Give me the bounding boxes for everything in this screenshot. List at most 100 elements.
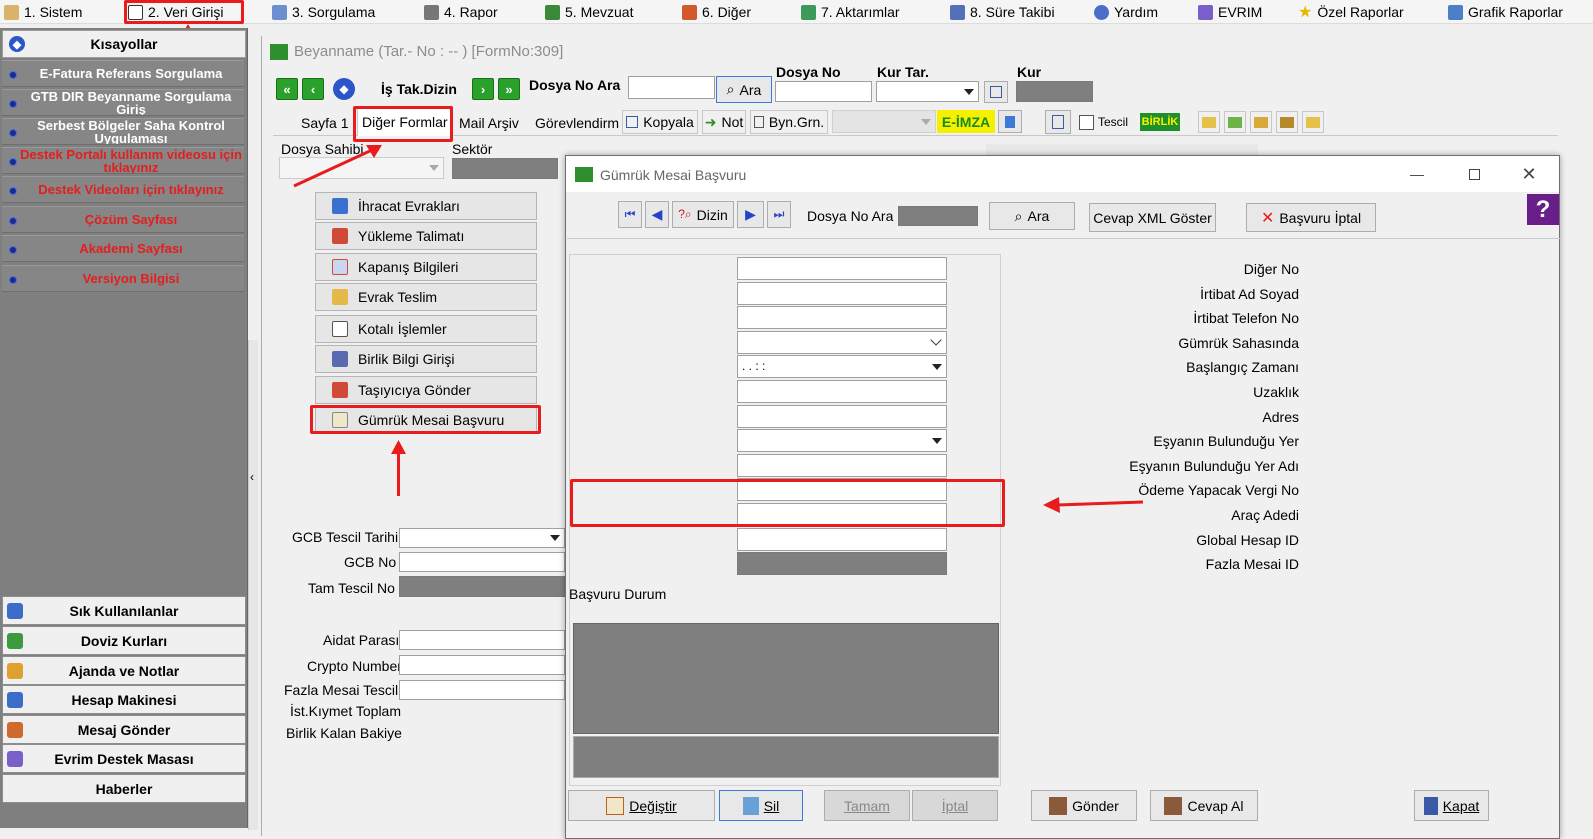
sidebar-sik-kullanilanlar[interactable]: Sık Kullanılanlar (2, 596, 246, 625)
menu-sistem[interactable]: 1. Sistem (4, 2, 82, 22)
annotation-arrow-gumruk-mesai (397, 452, 400, 496)
help-icon[interactable]: ? (1527, 194, 1559, 225)
tescil-checkbox[interactable] (1079, 115, 1094, 130)
field-combo[interactable]: . . : : (737, 355, 947, 378)
sidebar-ajanda[interactable]: Ajanda ve Notlar (2, 656, 246, 685)
menu-evrim[interactable]: EVRIM (1198, 2, 1262, 22)
field-combo[interactable] (737, 331, 947, 354)
minimize-button[interactable]: — (1404, 162, 1430, 186)
sidebar-item-destek-portali[interactable]: Destek Portalı kullanım videosu için tık… (2, 147, 244, 174)
tab-sayfa1[interactable]: Sayfa 1 (301, 111, 348, 135)
tab-mail-arsiv[interactable]: Mail Arşiv (459, 111, 519, 135)
aidat-parasi-input[interactable] (399, 630, 565, 650)
sidebar-header[interactable]: ◆ Kısayollar (2, 30, 246, 58)
sidebar-item-gtb-dir[interactable]: GTB DIR Beyanname Sorgulama Giriş (2, 89, 244, 116)
menu-sorgulama[interactable]: 3. Sorgulama (272, 2, 375, 22)
sidebar-item-versiyon[interactable]: Versiyon Bilgisi (2, 265, 244, 292)
menu-diger[interactable]: 6. Diğer (682, 2, 751, 22)
crypto-number-input[interactable] (399, 655, 565, 675)
menu-yardim[interactable]: Yardım (1094, 2, 1158, 22)
fazla-mesai-tescil-input[interactable] (399, 680, 565, 700)
prev-record-button[interactable]: ‹ (302, 78, 324, 100)
form-evrak-teslim[interactable]: Evrak Teslim (315, 283, 537, 311)
form-yukleme-talimati[interactable]: Yükleme Talimatı (315, 222, 537, 250)
sidebar-item-efatura[interactable]: E-Fatura Referans Sorgulama (2, 60, 244, 87)
menu-mevzuat[interactable]: 5. Mevzuat (545, 2, 633, 22)
gcb-no-input[interactable] (399, 552, 565, 572)
field-input[interactable] (737, 528, 947, 551)
sidebar-item-destek-videolari[interactable]: Destek Videoları için tıklayınız (2, 176, 244, 203)
kapat-button[interactable]: Kapat (1414, 790, 1489, 821)
search-doc-button[interactable] (1045, 110, 1071, 134)
not-button[interactable]: ➜ Not (702, 110, 746, 134)
maximize-button[interactable] (1461, 162, 1487, 186)
folder-open-button[interactable] (1198, 111, 1220, 133)
form-tasiyiciya-gonder[interactable]: Taşıyıcıya Gönder (315, 376, 537, 404)
search-icon: ⌕ (1014, 207, 1023, 224)
cevap-al-button[interactable]: Cevap Al (1150, 790, 1258, 821)
field-combo[interactable] (737, 429, 947, 452)
menu-ozel-raporlar[interactable]: ★ Özel Raporlar (1298, 2, 1404, 22)
next-record-button[interactable]: › (472, 78, 494, 100)
tab-combo[interactable] (832, 110, 936, 133)
menu-sure-takibi[interactable]: 8. Süre Takibi (950, 2, 1055, 22)
sidebar-splitter[interactable]: ‹ (248, 340, 258, 830)
info-button[interactable]: ◆ (333, 78, 355, 100)
monitor-button[interactable] (998, 110, 1022, 133)
field-input[interactable] (737, 454, 947, 477)
field-input[interactable] (737, 306, 947, 329)
birlik-button[interactable]: BİRLİK (1140, 113, 1180, 131)
dialog-ara-button[interactable]: ⌕ Ara (989, 202, 1075, 230)
last-record-button[interactable]: » (498, 78, 520, 100)
form-ihracat-evraklari[interactable]: İhracat Evrakları (315, 192, 537, 220)
tab-gorevlendirm[interactable]: Görevlendirm (535, 111, 619, 135)
dosya-no-input[interactable] (775, 81, 872, 102)
folder-button[interactable] (1302, 111, 1324, 133)
cevap-xml-goster-button[interactable]: Cevap XML Göster (1089, 203, 1216, 232)
folder-up-button[interactable] (1224, 111, 1246, 133)
sidebar-doviz-kurlari[interactable]: Doviz Kurları (2, 626, 246, 655)
sidebar-hesap-makinesi[interactable]: Hesap Makinesi (2, 685, 246, 714)
dosya-no-ara-input[interactable] (628, 76, 715, 99)
gcb-tescil-tarihi-combo[interactable] (399, 528, 565, 548)
dialog-last-button[interactable]: ⏭ (767, 201, 791, 228)
field-input[interactable] (737, 405, 947, 428)
kopyala-button[interactable]: Kopyala (622, 110, 698, 134)
close-button[interactable]: ✕ (1516, 162, 1542, 186)
menu-grafik-raporlar[interactable]: Grafik Raporlar (1448, 2, 1563, 22)
calendar-button[interactable] (984, 81, 1008, 103)
byn-grn-button[interactable]: Byn.Grn. (750, 110, 828, 134)
basvuru-iptal-button[interactable]: ✕ Başvuru İptal (1246, 203, 1376, 232)
field-input[interactable] (737, 282, 947, 305)
sidebar-mesaj-gonder[interactable]: Mesaj Gönder (2, 715, 246, 744)
sidebar-item-cozum-sayfasi[interactable]: Çözüm Sayfası (2, 206, 244, 233)
field-input[interactable] (737, 257, 947, 280)
form-kapanis-bilgileri[interactable]: Kapanış Bilgileri (315, 253, 537, 281)
sidebar-evrim-destek[interactable]: Evrim Destek Masası (2, 744, 246, 773)
gonder-button[interactable]: Gönder (1031, 790, 1137, 821)
e-imza-button[interactable]: E-İMZA (937, 110, 995, 133)
field-label: Global Hesap ID (1196, 532, 1299, 548)
dialog-prev-button[interactable]: ◀ (645, 201, 669, 228)
sidebar-haberler[interactable]: Haberler (2, 774, 246, 803)
menu-aktarimlar[interactable]: 7. Aktarımlar (801, 2, 900, 22)
form-kotali-islemler[interactable]: Kotalı İşlemler (315, 315, 537, 343)
form-birlik-bilgi-girisi[interactable]: Birlik Bilgi Girişi (315, 345, 537, 373)
sidebar-item-serbest-bolgeler[interactable]: Serbest Bölgeler Saha Kontrol Uygulaması (2, 118, 244, 145)
dialog-next-button[interactable]: ▶ (737, 201, 764, 228)
folder-export-button[interactable] (1250, 111, 1272, 133)
field-input[interactable] (737, 380, 947, 403)
menu-rapor[interactable]: 4. Rapor (424, 2, 498, 22)
chevron-down-icon (930, 333, 942, 346)
is-tak-dizin-label[interactable]: İş Tak.Dizin (381, 81, 457, 97)
sidebar-item-akademi[interactable]: Akademi Sayfası (2, 235, 244, 262)
kur-tar-combo[interactable] (876, 81, 979, 102)
dialog-dizin-button[interactable]: ?⌕ Dizin (672, 201, 734, 228)
folder-settings-button[interactable] (1276, 111, 1298, 133)
sil-button[interactable]: Sil (719, 790, 803, 821)
first-record-button[interactable]: « (276, 78, 298, 100)
dialog-first-button[interactable]: ⏮ (618, 201, 642, 228)
bullet-icon (9, 187, 17, 195)
degistir-button[interactable]: Değiştir (568, 790, 715, 821)
ara-button[interactable]: ⌕ Ara (716, 76, 772, 103)
